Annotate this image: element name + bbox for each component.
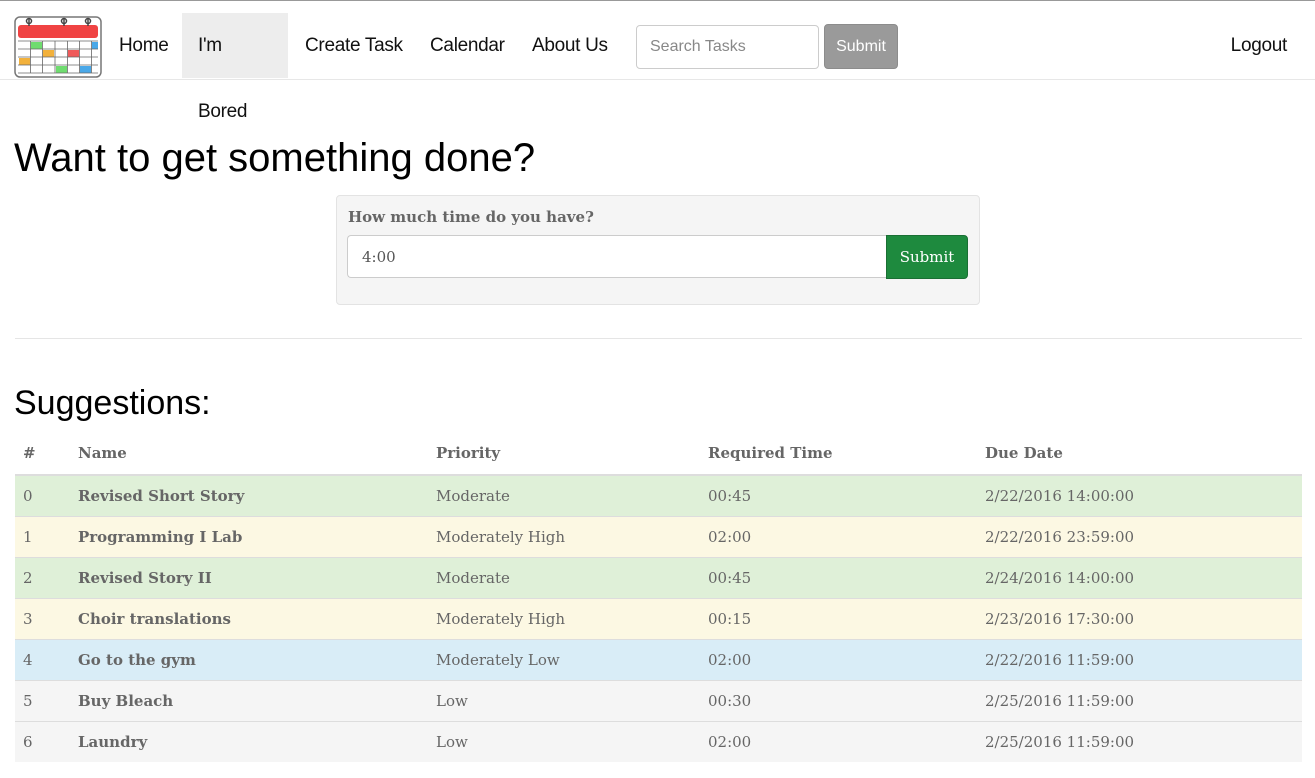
cell-name: Laundry bbox=[70, 721, 428, 762]
search-submit-button[interactable]: Submit bbox=[824, 24, 898, 69]
table-row[interactable]: 1 Programming I Lab Moderately High 02:0… bbox=[15, 516, 1302, 558]
table-row[interactable]: 3 Choir translations Moderately High 00:… bbox=[15, 598, 1302, 640]
header-priority: Priority bbox=[428, 432, 700, 476]
cell-due-date: 2/22/2016 14:00:00 bbox=[977, 474, 1302, 517]
cell-priority: Low bbox=[428, 721, 700, 762]
header-name: Name bbox=[70, 432, 428, 476]
cell-priority: Moderate bbox=[428, 474, 700, 517]
nav-im-bored[interactable]: I'm Bored bbox=[182, 13, 288, 122]
time-input[interactable] bbox=[347, 235, 887, 278]
calendar-logo-icon[interactable] bbox=[14, 13, 102, 79]
table-row[interactable]: 5 Buy Bleach Low 00:30 2/25/2016 11:59:0… bbox=[15, 680, 1302, 722]
cell-due-date: 2/23/2016 17:30:00 bbox=[977, 598, 1302, 640]
nav-home[interactable]: Home bbox=[103, 13, 184, 78]
search-input[interactable] bbox=[636, 25, 819, 69]
cell-required-time: 00:30 bbox=[700, 680, 977, 722]
header-required-time: Required Time bbox=[700, 432, 977, 476]
header-number: # bbox=[15, 432, 70, 476]
cell-required-time: 00:45 bbox=[700, 557, 977, 599]
cell-due-date: 2/25/2016 11:59:00 bbox=[977, 680, 1302, 722]
cell-required-time: 00:15 bbox=[700, 598, 977, 640]
cell-name: Choir translations bbox=[70, 598, 428, 640]
cell-priority: Low bbox=[428, 680, 700, 722]
cell-name: Programming I Lab bbox=[70, 516, 428, 558]
cell-number: 0 bbox=[15, 474, 70, 517]
cell-number: 5 bbox=[15, 680, 70, 722]
cell-name: Revised Story II bbox=[70, 557, 428, 599]
nav-about-us[interactable]: About Us bbox=[516, 13, 624, 78]
divider bbox=[15, 338, 1302, 339]
cell-priority: Moderately Low bbox=[428, 639, 700, 681]
suggestions-table: # Name Priority Required Time Due Date 0… bbox=[15, 432, 1302, 762]
navbar: Home I'm Bored Create Task Calendar Abou… bbox=[0, 1, 1315, 122]
nav-calendar[interactable]: Calendar bbox=[414, 13, 521, 78]
logout-link[interactable]: Logout bbox=[1219, 13, 1299, 78]
cell-due-date: 2/25/2016 11:59:00 bbox=[977, 721, 1302, 762]
time-form: How much time do you have? Submit bbox=[336, 195, 980, 305]
cell-number: 6 bbox=[15, 721, 70, 762]
cell-required-time: 02:00 bbox=[700, 516, 977, 558]
cell-required-time: 02:00 bbox=[700, 721, 977, 762]
cell-number: 3 bbox=[15, 598, 70, 640]
cell-name: Go to the gym bbox=[70, 639, 428, 681]
header-due-date: Due Date bbox=[977, 432, 1302, 476]
cell-name: Buy Bleach bbox=[70, 680, 428, 722]
suggestions-title: Suggestions: bbox=[14, 384, 211, 422]
time-submit-button[interactable]: Submit bbox=[886, 235, 968, 279]
time-label: How much time do you have? bbox=[348, 208, 594, 226]
cell-number: 4 bbox=[15, 639, 70, 681]
cell-required-time: 02:00 bbox=[700, 639, 977, 681]
table-row[interactable]: 2 Revised Story II Moderate 00:45 2/24/2… bbox=[15, 557, 1302, 599]
cell-priority: Moderate bbox=[428, 557, 700, 599]
nav-create-task[interactable]: Create Task bbox=[289, 13, 419, 78]
cell-number: 2 bbox=[15, 557, 70, 599]
cell-priority: Moderately High bbox=[428, 516, 700, 558]
cell-due-date: 2/22/2016 11:59:00 bbox=[977, 639, 1302, 681]
cell-due-date: 2/24/2016 14:00:00 bbox=[977, 557, 1302, 599]
cell-number: 1 bbox=[15, 516, 70, 558]
cell-priority: Moderately High bbox=[428, 598, 700, 640]
table-row[interactable]: 6 Laundry Low 02:00 2/25/2016 11:59:00 bbox=[15, 721, 1302, 762]
table-row[interactable]: 4 Go to the gym Moderately Low 02:00 2/2… bbox=[15, 639, 1302, 681]
cell-required-time: 00:45 bbox=[700, 474, 977, 517]
page-title: Want to get something done? bbox=[14, 136, 536, 180]
cell-due-date: 2/22/2016 23:59:00 bbox=[977, 516, 1302, 558]
table-header-row: # Name Priority Required Time Due Date bbox=[15, 432, 1302, 476]
table-row[interactable]: 0 Revised Short Story Moderate 00:45 2/2… bbox=[15, 474, 1302, 517]
cell-name: Revised Short Story bbox=[70, 474, 428, 517]
